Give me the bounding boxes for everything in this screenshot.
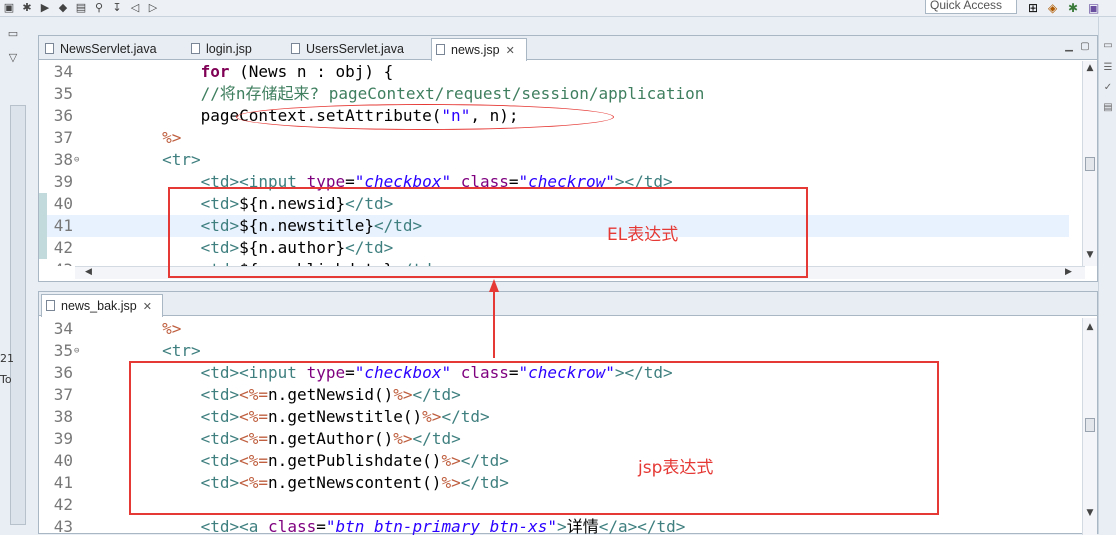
java-ee-perspective-icon[interactable]: ◈: [1048, 0, 1057, 16]
tab-login[interactable]: login.jsp: [187, 38, 269, 60]
code-text: //将n存储起来? pageContext/request/session/ap…: [200, 84, 705, 103]
search-icon[interactable]: ⚲: [92, 2, 106, 14]
line-number: 36: [53, 106, 73, 125]
vertical-scrollbar-top[interactable]: ▲ ▼: [1082, 61, 1097, 266]
code-line[interactable]: 35 ⊖ <tr>: [39, 340, 1069, 362]
line-number: 40: [53, 451, 73, 470]
left-strip-text-a: 21: [0, 352, 14, 365]
tab-label: UsersServlet.java: [306, 42, 404, 56]
code-text: <td><a class="btn btn-primary btn-xs">详情…: [200, 517, 686, 535]
annotation-box-jsp: [129, 361, 939, 515]
line-number: 38: [53, 407, 73, 426]
scroll-thumb[interactable]: [1085, 418, 1095, 432]
view-menu-icon[interactable]: ▽: [6, 51, 20, 64]
line-number: 41: [53, 216, 73, 235]
java-file-icon: [45, 43, 54, 54]
tab-news-jsp[interactable]: news.jsp ✕: [431, 38, 527, 61]
line-number: 35: [53, 84, 73, 103]
back-icon[interactable]: ◁: [128, 2, 142, 14]
scroll-right-icon[interactable]: ▶: [1065, 267, 1072, 277]
quick-access-input[interactable]: Quick Access: [925, 0, 1017, 14]
code-line[interactable]: 38 ⊖ <tr>: [39, 149, 1069, 171]
jsp-file-icon: [191, 43, 200, 54]
line-number: 42: [53, 495, 73, 514]
fold-icon[interactable]: ⊖: [74, 149, 79, 171]
left-side-strip: ▭ ▽ 21 To: [0, 17, 30, 534]
tab-label: NewsServlet.java: [60, 42, 157, 56]
code-text: <tr>: [162, 341, 201, 360]
line-number: 37: [53, 128, 73, 147]
task-list-icon[interactable]: ✓: [1101, 81, 1115, 95]
editor-tabbar-bottom: news_bak.jsp ✕: [39, 292, 1097, 317]
new-icon[interactable]: ▣: [2, 2, 16, 14]
open-perspective-icon[interactable]: ⊞: [1028, 0, 1038, 16]
tab-label: login.jsp: [206, 42, 252, 56]
code-text: for (News n : obj) {: [200, 62, 394, 81]
jsp-file-icon: [46, 300, 55, 311]
scroll-down-icon[interactable]: ▼: [1084, 250, 1096, 262]
code-text: %>: [162, 128, 182, 147]
line-number: 43: [53, 517, 73, 535]
line-number: 36: [53, 363, 73, 382]
scroll-left-icon[interactable]: ◀: [85, 267, 92, 277]
editor-tabbar-top: NewsServlet.java login.jsp UsersServlet.…: [39, 36, 1097, 61]
java-file-icon: [291, 43, 300, 54]
run-icon[interactable]: ▶: [38, 2, 52, 14]
left-scrollbar[interactable]: [10, 105, 26, 525]
close-icon[interactable]: ✕: [143, 301, 152, 313]
open-folder-icon[interactable]: ▤: [74, 2, 88, 14]
scroll-thumb[interactable]: [1085, 157, 1095, 171]
left-strip-text-b: To: [0, 373, 12, 386]
code-line[interactable]: 43 <td><a class="btn btn-primary btn-xs"…: [39, 516, 1069, 535]
scroll-up-icon[interactable]: ▲: [1084, 322, 1096, 334]
jsp-file-icon: [436, 44, 445, 55]
toolbar-icons: ▣ ✱ ▶ ◆ ▤ ⚲ ↧ ◁ ▷: [2, 0, 160, 16]
line-number: 35: [53, 341, 73, 360]
code-text: %>: [162, 319, 182, 338]
annotation-ellipse-setattribute: [236, 104, 614, 130]
tab-label: news_bak.jsp: [61, 299, 137, 313]
main-toolbar: ▣ ✱ ▶ ◆ ▤ ⚲ ↧ ◁ ▷ Quick Access ⊞ ◈ ✱ ▣: [0, 0, 1116, 17]
line-number: 37: [53, 385, 73, 404]
right-side-strip: ▭ ☰ ✓ ▤: [1098, 17, 1116, 534]
debug-icon[interactable]: ✱: [20, 2, 34, 14]
next-annotation-icon[interactable]: ↧: [110, 2, 124, 14]
line-number: 38: [53, 150, 73, 169]
minimize-icon[interactable]: ▭: [6, 27, 20, 40]
minimize-icon[interactable]: ▁: [1063, 41, 1075, 53]
line-number: 40: [53, 194, 73, 213]
annotation-box-el: [168, 187, 808, 278]
code-line[interactable]: 35 //将n存储起来? pageContext/request/session…: [39, 83, 1069, 105]
fold-icon[interactable]: ⊖: [74, 340, 79, 362]
tab-usersservlet[interactable]: UsersServlet.java: [287, 38, 421, 60]
tab-newsservlet[interactable]: NewsServlet.java: [41, 38, 163, 60]
tab-label: news.jsp: [451, 43, 500, 57]
annotation-label-el: EL表达式: [607, 225, 679, 245]
line-number: 34: [53, 319, 73, 338]
restore-icon[interactable]: ▭: [1101, 39, 1115, 53]
forward-icon[interactable]: ▷: [146, 2, 160, 14]
scroll-up-icon[interactable]: ▲: [1084, 63, 1096, 75]
line-number: 39: [53, 172, 73, 191]
code-text: <tr>: [162, 150, 201, 169]
line-number: 41: [53, 473, 73, 492]
scroll-down-icon[interactable]: ▼: [1084, 508, 1096, 520]
java-perspective-icon[interactable]: ▣: [1088, 0, 1099, 16]
line-number: 43: [39, 259, 73, 266]
annotation-label-jsp: jsp表达式: [638, 458, 714, 478]
debug-perspective-icon[interactable]: ✱: [1068, 0, 1078, 16]
close-icon[interactable]: ✕: [506, 45, 515, 57]
vertical-scrollbar-bottom[interactable]: ▲ ▼: [1082, 318, 1097, 535]
code-line[interactable]: 34 %>: [39, 318, 1069, 340]
tab-news-bak-jsp[interactable]: news_bak.jsp ✕: [41, 294, 163, 317]
line-number: 42: [53, 238, 73, 257]
line-number: 34: [53, 62, 73, 81]
code-line[interactable]: 34 for (News n : obj) {: [39, 61, 1069, 83]
code-line[interactable]: 37 %>: [39, 127, 1069, 149]
maximize-icon[interactable]: ▢: [1079, 41, 1091, 53]
line-number: 39: [53, 429, 73, 448]
open-type-icon[interactable]: ◆: [56, 2, 70, 14]
outline-view-icon[interactable]: ☰: [1101, 61, 1115, 75]
bookmark-icon[interactable]: ▤: [1101, 101, 1115, 115]
